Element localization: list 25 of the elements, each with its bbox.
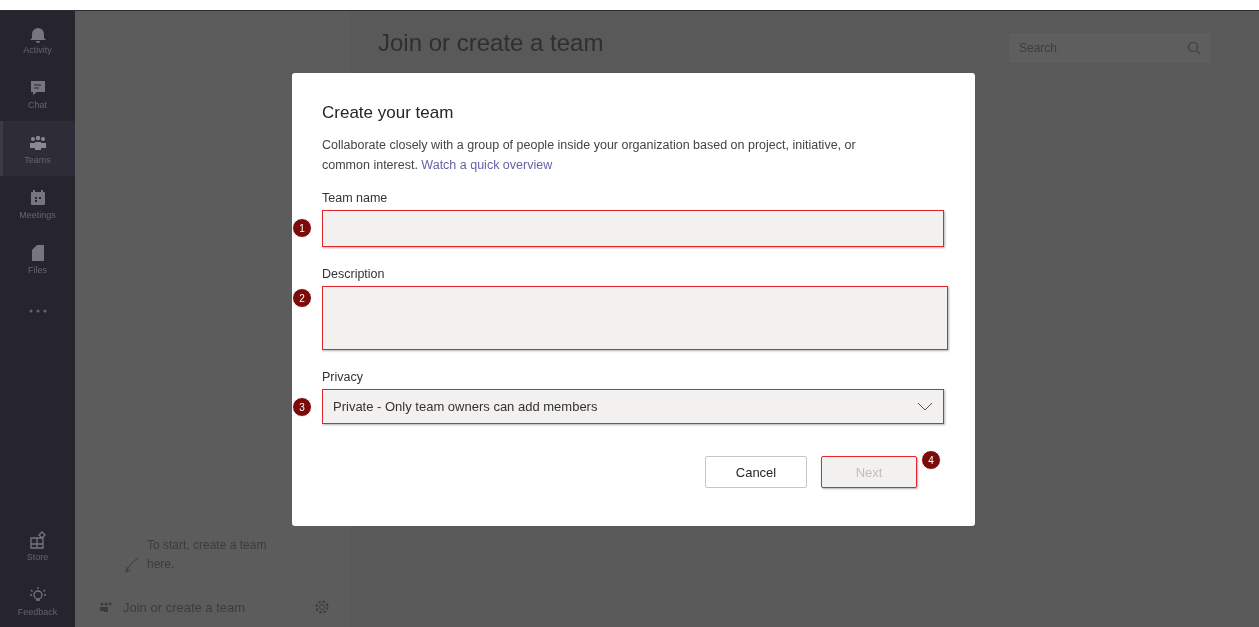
more-icon[interactable] bbox=[27, 308, 48, 314]
step-marker: 1 bbox=[292, 218, 312, 238]
step-marker: 4 bbox=[921, 450, 941, 470]
field-label: Privacy bbox=[322, 370, 364, 384]
search-icon[interactable] bbox=[1187, 41, 1201, 55]
dialog-description: Collaborate closely with a group of people inside your organization based on project, initiative, or common interest. Watch a quick overview bbox=[322, 137, 857, 174]
rail-item[interactable]: Files bbox=[0, 231, 75, 286]
overview-link[interactable]: Watch a quick overview bbox=[421, 158, 553, 172]
arrow-icon bbox=[123, 556, 141, 574]
rail-item[interactable]: Activity bbox=[0, 11, 75, 66]
people-add-icon[interactable] bbox=[99, 601, 113, 613]
privacy-dropdown[interactable]: Private - Only team owners can add members bbox=[322, 389, 944, 424]
rail-item[interactable]: Meetings bbox=[0, 176, 75, 231]
cancel-button[interactable]: Cancel bbox=[705, 456, 807, 488]
dialog-title: Create your team bbox=[322, 103, 455, 123]
grid-icon bbox=[27, 529, 48, 550]
field-label: Team name bbox=[322, 191, 389, 205]
settings-icon[interactable] bbox=[314, 599, 330, 615]
field-label: Description bbox=[322, 267, 386, 281]
rail-item[interactable]: Chat bbox=[0, 66, 75, 121]
step-marker: 3 bbox=[292, 397, 312, 417]
step-marker: 2 bbox=[292, 288, 312, 308]
description-field[interactable] bbox=[322, 286, 948, 350]
team-name-field[interactable] bbox=[322, 210, 944, 247]
chevron-down-icon bbox=[917, 402, 933, 411]
